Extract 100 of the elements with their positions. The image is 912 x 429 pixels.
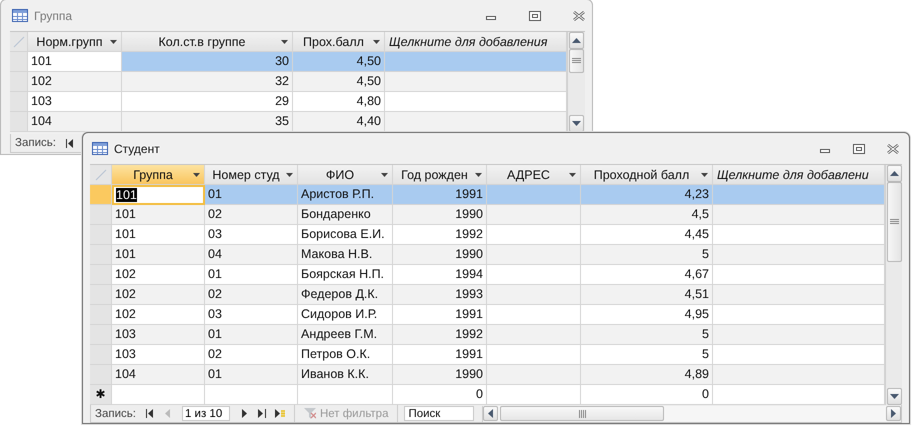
row-selector[interactable]: ✱ (90, 385, 112, 405)
table-cell: 4,80 (293, 92, 385, 112)
scroll-right-button[interactable] (886, 406, 901, 421)
table-cell: Борисова Е.И. (298, 225, 393, 245)
table-cell: 35 (122, 112, 293, 132)
diagonal-line-icon (12, 36, 24, 48)
scroll-left-button[interactable] (483, 406, 498, 421)
table-cell: 101 (112, 245, 205, 265)
scroll-down-button[interactable] (886, 388, 902, 405)
down-arrow-icon[interactable] (890, 394, 898, 399)
table-cell: Аристов Р.П. (298, 185, 393, 205)
table-cell: 1991 (393, 345, 487, 365)
table-cell: 1990 (393, 365, 487, 385)
column-header[interactable]: АДРЕС (487, 165, 581, 185)
table-cell: Иванов К.К. (298, 365, 393, 385)
grip-icon (890, 219, 898, 225)
table-cell: 103 (112, 325, 205, 345)
scroll-thumb[interactable] (500, 406, 664, 421)
diagonal-line-icon (94, 168, 106, 180)
last-record-icon[interactable] (256, 409, 267, 418)
table-cell: 03 (205, 305, 298, 325)
scroll-up-button[interactable] (569, 32, 584, 49)
table-cell: 4,50 (293, 72, 385, 92)
table-cell: 01 (205, 185, 298, 205)
up-arrow-icon[interactable] (890, 171, 898, 176)
table-cell: Федеров Д.К. (298, 285, 393, 305)
table-cell: 102 (112, 285, 205, 305)
table-cell: 104 (28, 112, 122, 132)
table-cell: 4,50 (293, 52, 385, 72)
scroll-thumb[interactable] (886, 182, 902, 262)
table-cell: 1990 (393, 245, 487, 265)
column-header[interactable]: Год рожден (393, 165, 487, 185)
first-record-icon[interactable] (144, 409, 155, 418)
table-cell: 0 (393, 385, 487, 405)
search-field[interactable]: Поиск (404, 406, 474, 421)
table-cell: Макова Н.В. (298, 245, 393, 265)
table-cell: Бондаренко (298, 205, 393, 225)
dropdown-arrow-icon[interactable] (193, 172, 200, 176)
filter-icon (304, 408, 316, 419)
column-header[interactable]: Щелкните для добавлени (713, 165, 885, 185)
column-header[interactable]: Номер студ (205, 165, 298, 185)
table-cell: 4,51 (581, 285, 713, 305)
table-cell: 32 (122, 72, 293, 92)
table-cell: 104 (112, 365, 205, 385)
column-header[interactable]: ФИО (298, 165, 393, 185)
table-cell: Андреев Г.М. (298, 325, 393, 345)
table-cell: 1991 (393, 185, 487, 205)
table-cell: 101 (112, 185, 205, 205)
table-cell: 1993 (393, 285, 487, 305)
table-cell: 0 (581, 385, 713, 405)
table-icon (12, 9, 28, 22)
dropdown-arrow-icon[interactable] (110, 40, 117, 44)
table-cell: 102 (112, 305, 205, 325)
table-cell: 102 (112, 265, 205, 285)
table-cell: Сидоров И.Р. (298, 305, 393, 325)
right-arrow-icon[interactable] (891, 409, 896, 418)
table-cell: 1990 (393, 205, 487, 225)
down-arrow-icon[interactable] (572, 121, 581, 126)
dropdown-arrow-icon[interactable] (373, 40, 380, 44)
scroll-down-button[interactable] (569, 115, 584, 132)
dropdown-arrow-icon[interactable] (281, 40, 288, 44)
dropdown-arrow-icon[interactable] (475, 172, 482, 176)
table-cell: Боярская Н.П. (298, 265, 393, 285)
scroll-thumb[interactable] (569, 49, 584, 73)
table-cell: 101 (112, 205, 205, 225)
table-cell: 30 (122, 52, 293, 72)
record-position-field[interactable]: 1 из 10 (182, 406, 230, 421)
table-cell: 1994 (393, 265, 487, 285)
up-arrow-icon[interactable] (572, 38, 581, 43)
scroll-up-button[interactable] (886, 165, 902, 182)
column-header[interactable]: Группа (112, 165, 205, 185)
table-icon (92, 142, 108, 155)
table-cell: 1992 (393, 325, 487, 345)
dropdown-arrow-icon[interactable] (701, 172, 708, 176)
column-header[interactable]: Проходной балл (581, 165, 713, 185)
table-cell: 1991 (393, 305, 487, 325)
dropdown-arrow-icon[interactable] (286, 172, 293, 176)
table-cell: 01 (205, 265, 298, 285)
table-cell: 101 (112, 225, 205, 245)
dropdown-arrow-icon[interactable] (569, 172, 576, 176)
table-cell: 4,89 (581, 365, 713, 385)
column-header[interactable]: Щелкните для добавления (385, 32, 567, 52)
table-cell: 4,45 (581, 225, 713, 245)
left-arrow-icon[interactable] (488, 409, 494, 418)
new-record-icon[interactable] (274, 409, 285, 418)
table-cell: 5 (581, 345, 713, 365)
dropdown-arrow-icon[interactable] (381, 172, 388, 176)
table-cell: 4,23 (581, 185, 713, 205)
grip-icon (578, 410, 586, 418)
table-cell: 4,5 (581, 205, 713, 225)
first-record-icon[interactable] (64, 138, 75, 148)
column-header[interactable]: Кол.ст.в группе (122, 32, 293, 52)
grip-icon (572, 58, 581, 64)
table-cell: 02 (205, 345, 298, 365)
column-header[interactable]: Норм.групп (28, 32, 122, 52)
table-cell: 03 (205, 225, 298, 245)
column-header[interactable]: Прох.балл (293, 32, 385, 52)
table-cell: 4,40 (293, 112, 385, 132)
table-cell: 103 (28, 92, 122, 112)
table-cell: 01 (205, 365, 298, 385)
